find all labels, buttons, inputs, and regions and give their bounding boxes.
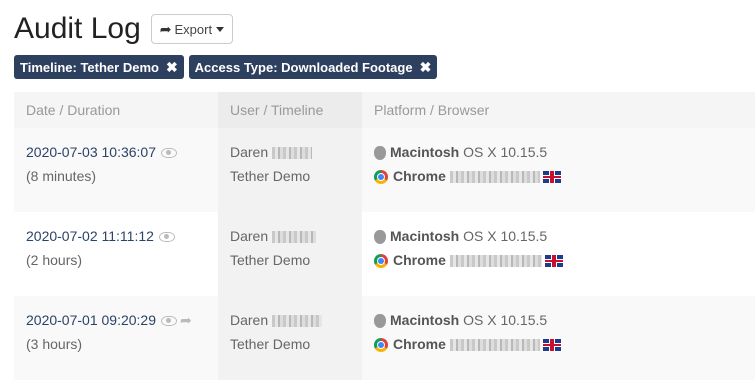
eye-icon[interactable] <box>161 316 177 327</box>
duration: (8 minutes) <box>26 168 97 184</box>
page-title: Audit Log <box>14 12 141 45</box>
chrome-icon <box>374 170 388 185</box>
column-header-date[interactable]: Date / Duration <box>14 92 218 128</box>
apple-icon <box>374 314 386 329</box>
os-version: OS X 10.15.5 <box>463 228 548 244</box>
redacted-surname <box>272 231 317 244</box>
filter-chip-access-type: Access Type: Downloaded Footage ✖ <box>188 55 438 79</box>
timeline-name: Tether Demo <box>230 168 311 184</box>
redacted-browser-version <box>449 255 542 268</box>
browser-name: Chrome <box>393 168 446 184</box>
user-cell: Daren Tether Demo <box>218 128 362 212</box>
table-row: 2020-07-02 11:11:12 (2 hours) Daren Teth… <box>14 212 755 296</box>
apple-icon <box>374 146 386 161</box>
user-name: Daren <box>230 144 269 160</box>
os-version: OS X 10.15.5 <box>463 144 548 160</box>
date-cell: 2020-07-01 09:20:29 ➦ (3 hours) <box>14 296 218 380</box>
table-row: 2020-07-01 09:20:29 ➦ (3 hours) Daren Tet… <box>14 296 755 380</box>
close-icon[interactable]: ✖ <box>166 59 178 76</box>
table-header-row: Date / Duration User / Timeline Platform… <box>14 92 755 128</box>
redacted-browser-version <box>449 339 540 352</box>
timeline-name: Tether Demo <box>230 252 311 268</box>
user-name: Daren <box>230 312 269 328</box>
caret-down-icon <box>216 26 225 32</box>
eye-icon[interactable] <box>161 148 177 159</box>
redacted-surname <box>272 147 313 160</box>
share-icon[interactable]: ➦ <box>180 312 192 328</box>
audit-table: Date / Duration User / Timeline Platform… <box>14 92 755 380</box>
date-cell: 2020-07-02 11:11:12 (2 hours) <box>14 212 218 296</box>
date-link[interactable]: 2020-07-01 09:20:29 <box>26 312 156 328</box>
duration: (2 hours) <box>26 252 83 268</box>
date-link[interactable]: 2020-07-02 11:11:12 <box>26 228 154 244</box>
os-version: OS X 10.15.5 <box>463 312 548 328</box>
date-cell: 2020-07-03 10:36:07 (8 minutes) <box>14 128 218 212</box>
timeline-name: Tether Demo <box>230 336 311 352</box>
os-name: Macintosh <box>390 228 460 244</box>
browser-name: Chrome <box>393 336 446 352</box>
os-name: Macintosh <box>390 312 460 328</box>
column-header-platform[interactable]: Platform / Browser <box>362 92 755 128</box>
share-icon: ➦ <box>159 20 172 37</box>
date-link[interactable]: 2020-07-03 10:36:07 <box>26 144 156 160</box>
user-cell: Daren Tether Demo <box>218 212 362 296</box>
active-filters: Timeline: Tether Demo ✖ Access Type: Dow… <box>14 55 438 79</box>
platform-cell: Macintosh OS X 10.15.5 Chrome <box>362 212 755 296</box>
os-name: Macintosh <box>390 144 460 160</box>
page-header: Audit Log ➦ Export <box>14 12 234 46</box>
filter-chip-timeline: Timeline: Tether Demo ✖ <box>14 55 184 79</box>
uk-flag-icon <box>544 255 563 268</box>
user-name: Daren <box>230 228 269 244</box>
browser-name: Chrome <box>393 252 446 268</box>
export-label: Export <box>174 21 213 37</box>
eye-icon[interactable] <box>158 232 175 243</box>
duration: (3 hours) <box>26 336 83 352</box>
platform-cell: Macintosh OS X 10.15.5 Chrome <box>362 128 755 212</box>
apple-icon <box>374 230 386 245</box>
platform-cell: Macintosh OS X 10.15.5 Chrome <box>362 296 755 380</box>
filter-chip-label: Timeline: Tether Demo <box>20 59 159 75</box>
column-header-user[interactable]: User / Timeline <box>218 92 362 128</box>
redacted-browser-version <box>449 171 540 184</box>
chrome-icon <box>374 338 388 353</box>
filter-chip-label: Access Type: Downloaded Footage <box>194 59 413 75</box>
uk-flag-icon <box>542 171 561 184</box>
chrome-icon <box>374 254 388 269</box>
export-button[interactable]: ➦ Export <box>150 14 234 44</box>
redacted-surname <box>272 315 323 328</box>
user-cell: Daren Tether Demo <box>218 296 362 380</box>
close-icon[interactable]: ✖ <box>420 59 432 76</box>
uk-flag-icon <box>542 339 561 352</box>
table-row: 2020-07-03 10:36:07 (8 minutes) Daren Te… <box>14 128 755 212</box>
